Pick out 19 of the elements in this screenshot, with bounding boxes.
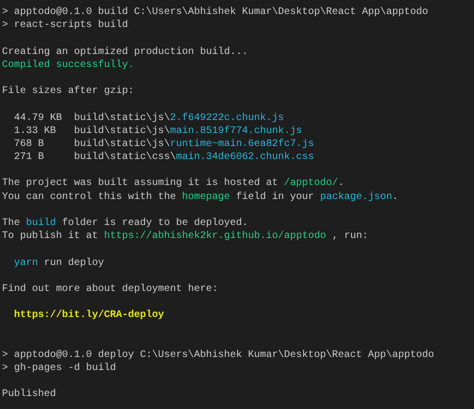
terminal-line: 1.33 KB build\static\js\main.8519f774.chunk.js: [13, 124, 304, 138]
terminal-line: 271 B build\static\css\main.34de6062.chunk.css: [13, 151, 316, 164]
terminal-line: Compiled successfully.: [2, 58, 136, 72]
terminal-line: The project was built assuming it is hosted at /apptodo/.: [2, 177, 346, 191]
terminal-line: > apptodo@0.1.0 deploy C:\Users\Abhishek Kumar\Desktop\React App\apptodo: [2, 348, 436, 362]
terminal-line: > apptodo@0.1.0 build C:\Users\Abhishek Kumar\Desktop\React App\apptodo: [2, 6, 430, 20]
terminal-line: https://bit.ly/CRA-deploy: [13, 309, 166, 322]
terminal-line: > react-scripts build: [2, 19, 130, 32]
terminal-line: You can control this with the homepage field in your package.json.: [2, 190, 400, 204]
terminal-line: 44.79 KB build\static\js\2.f649222c.chunk.js: [13, 112, 286, 125]
terminal-line: Creating an optimized production build...: [2, 46, 250, 59]
terminal-line: Find out more about deployment here:: [2, 282, 220, 296]
terminal-line: yarn run deploy: [13, 256, 106, 270]
terminal-line: Published: [2, 388, 58, 402]
terminal-line: > gh-pages -d build: [2, 362, 118, 376]
terminal-line: 768 B build\static\js\runtime~main.6ea82fc7.js: [13, 138, 316, 152]
terminal-line: To publish it at https://abhishek2kr.github.io/apptodo , run:: [2, 230, 370, 244]
terminal-line: File sizes after gzip:: [2, 85, 136, 98]
terminal-line: The build folder is ready to be deployed.: [2, 217, 250, 230]
